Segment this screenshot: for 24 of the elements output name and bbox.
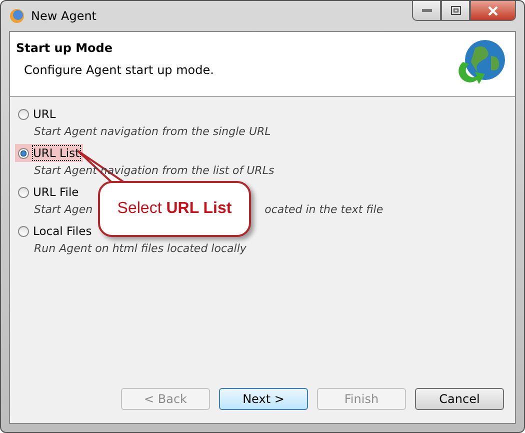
dialog-button[interactable]: Next > <box>219 388 308 410</box>
option-description: Start Agent navigation from the single URL <box>34 125 271 138</box>
radio-button[interactable] <box>18 148 29 158</box>
page-title: Start up Mode <box>16 41 114 55</box>
radio-label[interactable]: URL List <box>33 146 80 160</box>
app-icon <box>9 8 25 24</box>
minimize-button[interactable] <box>412 1 441 21</box>
radio-label[interactable]: URL File <box>33 185 79 199</box>
radio-label[interactable]: Local Files <box>33 224 92 238</box>
window-title: New Agent <box>31 9 97 23</box>
option-description: Start Agen <box>34 203 93 216</box>
dialog-button[interactable]: Cancel <box>415 388 504 410</box>
close-button[interactable] <box>470 1 516 21</box>
page-subtitle: Configure Agent start up mode. <box>23 63 215 77</box>
maximize-button[interactable] <box>441 1 470 21</box>
radio-button[interactable] <box>18 226 29 236</box>
option-description: ocated in the text file <box>264 203 384 216</box>
radio-button[interactable] <box>18 108 29 120</box>
option-description: Run Agent on html files located locally <box>34 242 246 255</box>
maximize-icon <box>450 6 460 15</box>
radio-label[interactable]: URL <box>33 107 56 121</box>
radio-button[interactable] <box>18 186 29 198</box>
minimize-icon <box>422 8 432 12</box>
close-icon <box>488 6 498 16</box>
